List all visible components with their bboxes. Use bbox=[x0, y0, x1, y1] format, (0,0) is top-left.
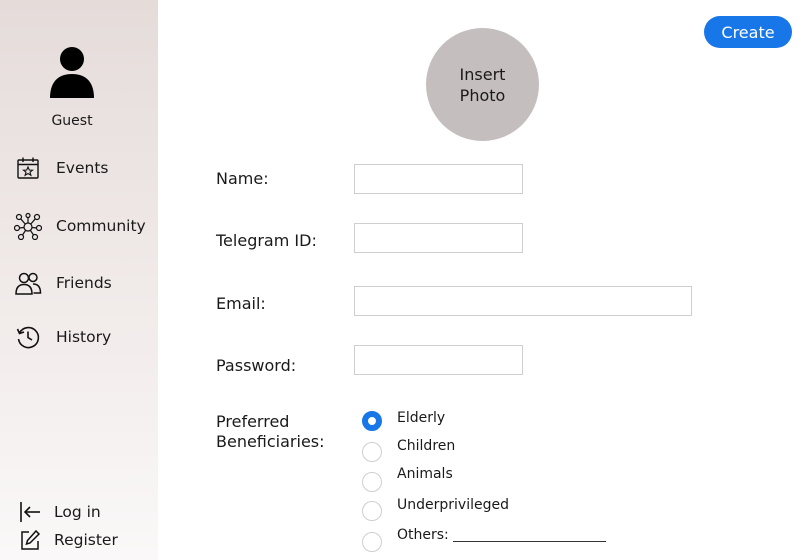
history-clock-icon bbox=[14, 323, 42, 351]
radio-label-others: Others: bbox=[397, 527, 449, 543]
radio-option-animals[interactable]: Animals bbox=[362, 466, 453, 493]
telegram-id-input[interactable] bbox=[354, 223, 523, 253]
name-label: Name: bbox=[216, 169, 269, 188]
others-text-line[interactable] bbox=[453, 541, 606, 542]
radio-option-underprivileged[interactable]: Underprivileged bbox=[362, 497, 509, 522]
nav-item-friends[interactable]: Friends bbox=[14, 268, 112, 298]
nav-label-history: History bbox=[56, 328, 112, 346]
user-avatar-icon bbox=[50, 47, 94, 98]
telegram-id-label: Telegram ID: bbox=[216, 231, 317, 250]
user-name: Guest bbox=[51, 113, 93, 129]
name-input[interactable] bbox=[354, 164, 523, 194]
nav-item-history[interactable]: History bbox=[14, 322, 111, 352]
network-icon bbox=[14, 212, 42, 240]
preferred-beneficiaries-label: Preferred Beneficiaries: bbox=[216, 412, 325, 451]
radio-option-children[interactable]: Children bbox=[362, 438, 455, 463]
login-link[interactable]: Log in bbox=[18, 500, 101, 524]
email-input[interactable] bbox=[354, 286, 692, 316]
radio-underprivileged[interactable] bbox=[362, 501, 382, 521]
radio-label-children: Children bbox=[397, 438, 456, 454]
login-label: Log in bbox=[54, 503, 101, 521]
radio-label-animals: Animals bbox=[397, 466, 453, 482]
password-label: Password: bbox=[216, 356, 297, 375]
radio-animals[interactable] bbox=[362, 472, 382, 492]
edit-icon bbox=[18, 528, 42, 552]
nav-label-events: Events bbox=[56, 159, 109, 177]
people-icon bbox=[14, 269, 42, 297]
radio-others[interactable] bbox=[362, 532, 382, 552]
email-label: Email: bbox=[216, 294, 266, 313]
radio-elderly[interactable] bbox=[362, 411, 382, 431]
sidebar: Guest Events Community Friends History L… bbox=[0, 0, 158, 560]
register-label: Register bbox=[54, 531, 118, 549]
register-link[interactable]: Register bbox=[18, 528, 118, 552]
nav-label-community: Community bbox=[56, 217, 146, 235]
radio-option-elderly[interactable]: Elderly bbox=[362, 410, 445, 432]
login-arrow-icon bbox=[18, 500, 42, 524]
calendar-star-icon bbox=[14, 154, 42, 182]
insert-photo-button[interactable]: Insert Photo bbox=[426, 28, 539, 141]
password-input[interactable] bbox=[354, 345, 523, 375]
radio-label-elderly: Elderly bbox=[397, 410, 446, 426]
radio-label-underprivileged: Underprivileged bbox=[397, 497, 509, 513]
create-button[interactable]: Create bbox=[704, 16, 792, 48]
nav-item-events[interactable]: Events bbox=[14, 153, 108, 183]
radio-option-others[interactable]: Others: bbox=[362, 527, 449, 553]
nav-item-community[interactable]: Community bbox=[14, 211, 146, 241]
nav-label-friends: Friends bbox=[56, 274, 112, 292]
radio-children[interactable] bbox=[362, 442, 382, 462]
